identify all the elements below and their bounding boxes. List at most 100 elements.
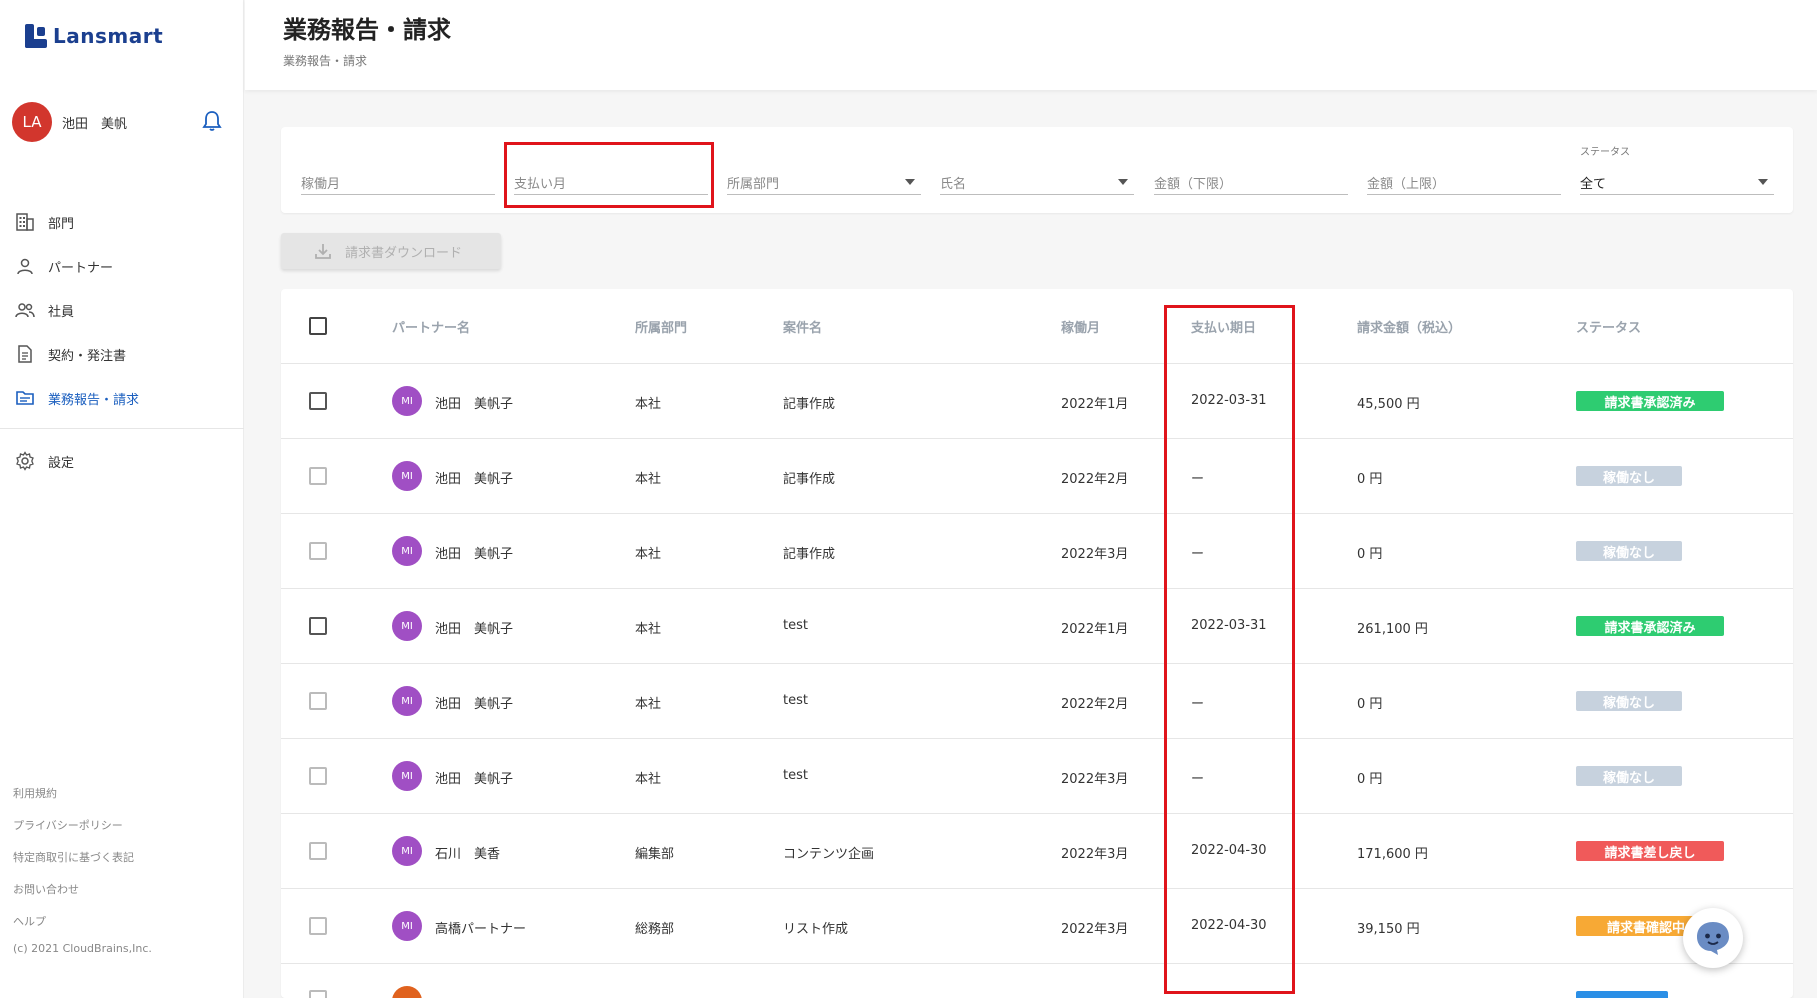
status-select-label: ステータス [1580,147,1630,158]
table-row[interactable]: MI 池田 美帆子 本社 記事作成 2022年2月ー 0 円稼働なし [281,439,1793,514]
user-profile[interactable]: LA 池田 美帆 [12,102,222,142]
column-header-project[interactable]: 案件名 [783,317,822,336]
building-icon [14,211,36,233]
table-row-partial [281,964,1793,998]
app-logo[interactable]: Lansmart [25,24,163,48]
sidebar-item-reports[interactable]: 業務報告・請求 [0,376,244,420]
department-cell: 総務部 [635,922,675,937]
select-all-checkbox[interactable] [309,317,327,335]
sidebar-item-label: 社員 [48,304,75,320]
avatar: MI [392,836,422,866]
amount-min-field[interactable]: 金額（下限） [1154,167,1348,195]
chat-support-button[interactable] [1683,908,1743,968]
partner-name: 石川 美香 [435,847,501,862]
breadcrumb[interactable]: 業務報告・請求 [283,52,367,69]
row-checkbox[interactable] [309,842,327,860]
row-checkbox[interactable] [309,990,327,998]
work-month-cell: 2022年3月 [1061,922,1129,937]
table-row[interactable]: MI 石川 美香 編集部 コンテンツ企画 2022年3月 2022-04-30 171,60… [281,814,1793,889]
logo-text: Lansmart [53,24,164,48]
avatar: MI [392,461,422,491]
avatar[interactable]: LA [12,102,52,142]
department-cell: 本社 [635,622,662,637]
department-cell: 本社 [635,547,662,562]
status-badge: 請求書承認済み [1576,616,1724,636]
name-select[interactable]: 氏名 [940,167,1134,195]
people-icon [14,299,36,321]
table-row[interactable]: MI 高橋パートナー 総務部 リスト作成 2022年3月 2022-04-30 39,150… [281,889,1793,964]
row-checkbox[interactable] [309,617,327,635]
status-badge [1576,991,1668,998]
sidebar-item-label: 業務報告・請求 [48,392,140,408]
column-header-partner[interactable]: パートナー名 [392,317,470,336]
table-row[interactable]: MI 池田 美帆子 本社 記事作成 2022年1月 2022-03-31 45,500 円請… [281,364,1793,439]
work-month-placeholder: 稼働月 [301,177,341,192]
amount-cell: 45,500 円 [1357,397,1420,412]
copyright: (c) 2021 CloudBrains,Inc. [13,942,152,955]
table-row[interactable]: MI 池田 美帆子 本社 test 2022年1月 2022-03-31 261,100 円… [281,589,1793,664]
sidebar-item-partners[interactable]: パートナー [0,244,244,288]
avatar: MI [392,911,422,941]
chevron-down-icon [1758,179,1768,185]
row-checkbox[interactable] [309,392,327,410]
project-cell: リスト作成 [783,922,849,937]
sidebar-nav: 部門 パートナー 社員 契約・発注書 業務報告・請求 設定 [0,200,244,483]
table-row[interactable]: MI 池田 美帆子 本社 test 2022年3月ー 0 円稼働なし [281,739,1793,814]
amount-max-field[interactable]: 金額（上限） [1367,167,1561,195]
status-badge: 稼働なし [1576,466,1682,486]
logo-mark-icon [25,24,47,48]
partner-name: 池田 美帆子 [435,472,514,487]
partner-name: 池田 美帆子 [435,397,514,412]
work-month-cell: 2022年3月 [1061,547,1129,562]
column-header-amount[interactable]: 請求金額（税込） [1357,317,1461,336]
column-header-department[interactable]: 所属部門 [635,317,687,336]
footer-link-commerce[interactable]: 特定商取引に基づく表記 [13,842,134,874]
sidebar-item-settings[interactable]: 設定 [0,439,244,483]
nav-divider [0,428,244,429]
department-select[interactable]: 所属部門 [727,167,921,195]
project-cell: test [783,693,808,708]
column-header-work-month[interactable]: 稼働月 [1061,317,1100,336]
sidebar-item-label: 部門 [48,216,75,232]
sidebar-item-employees[interactable]: 社員 [0,288,244,332]
amount-max-placeholder: 金額（上限） [1367,177,1446,192]
row-checkbox[interactable] [309,917,327,935]
work-month-cell: 2022年2月 [1061,697,1129,712]
row-checkbox[interactable] [309,767,327,785]
invoice-table: パートナー名 所属部門 案件名 稼働月 支払い期日 請求金額（税込） ステータス… [281,289,1793,998]
avatar: MI [392,611,422,641]
department-cell: 編集部 [635,847,675,862]
status-badge: 稼働なし [1576,541,1682,561]
name-placeholder: 氏名 [940,177,967,192]
avatar: MI [392,386,422,416]
footer-link-help[interactable]: ヘルプ [13,906,134,938]
amount-cell: 39,150 円 [1357,922,1420,937]
table-row[interactable]: MI 池田 美帆子 本社 記事作成 2022年3月ー 0 円稼働なし [281,514,1793,589]
amount-cell: 261,100 円 [1357,622,1428,637]
status-select[interactable]: ステータス 全て [1580,147,1774,195]
project-cell: コンテンツ企画 [783,847,875,862]
sidebar-item-departments[interactable]: 部門 [0,200,244,244]
footer-link-terms[interactable]: 利用規約 [13,778,134,810]
project-cell: test [783,768,808,783]
column-header-status[interactable]: ステータス [1576,317,1641,336]
table-row[interactable]: MI 池田 美帆子 本社 test 2022年2月ー 0 円稼働なし [281,664,1793,739]
sidebar-item-contracts[interactable]: 契約・発注書 [0,332,244,376]
row-checkbox[interactable] [309,542,327,560]
status-badge: 請求書差し戻し [1576,841,1724,861]
status-select-value: 全て [1580,177,1607,192]
footer-link-contact[interactable]: お問い合わせ [13,874,134,906]
department-placeholder: 所属部門 [727,177,780,192]
footer-link-privacy[interactable]: プライバシーポリシー [13,810,134,842]
status-badge: 請求書承認済み [1576,391,1724,411]
row-checkbox[interactable] [309,692,327,710]
row-checkbox[interactable] [309,467,327,485]
avatar [392,986,422,998]
work-month-filter[interactable]: 稼働月 [301,167,495,195]
bell-icon[interactable] [202,110,222,132]
highlight-box-due-date [1164,305,1295,994]
gear-icon [14,450,36,472]
status-badge: 稼働なし [1576,691,1682,711]
footer-links: 利用規約 プライバシーポリシー 特定商取引に基づく表記 お問い合わせ ヘルプ [13,778,134,938]
invoice-download-button[interactable]: 請求書ダウンロード [281,233,501,269]
